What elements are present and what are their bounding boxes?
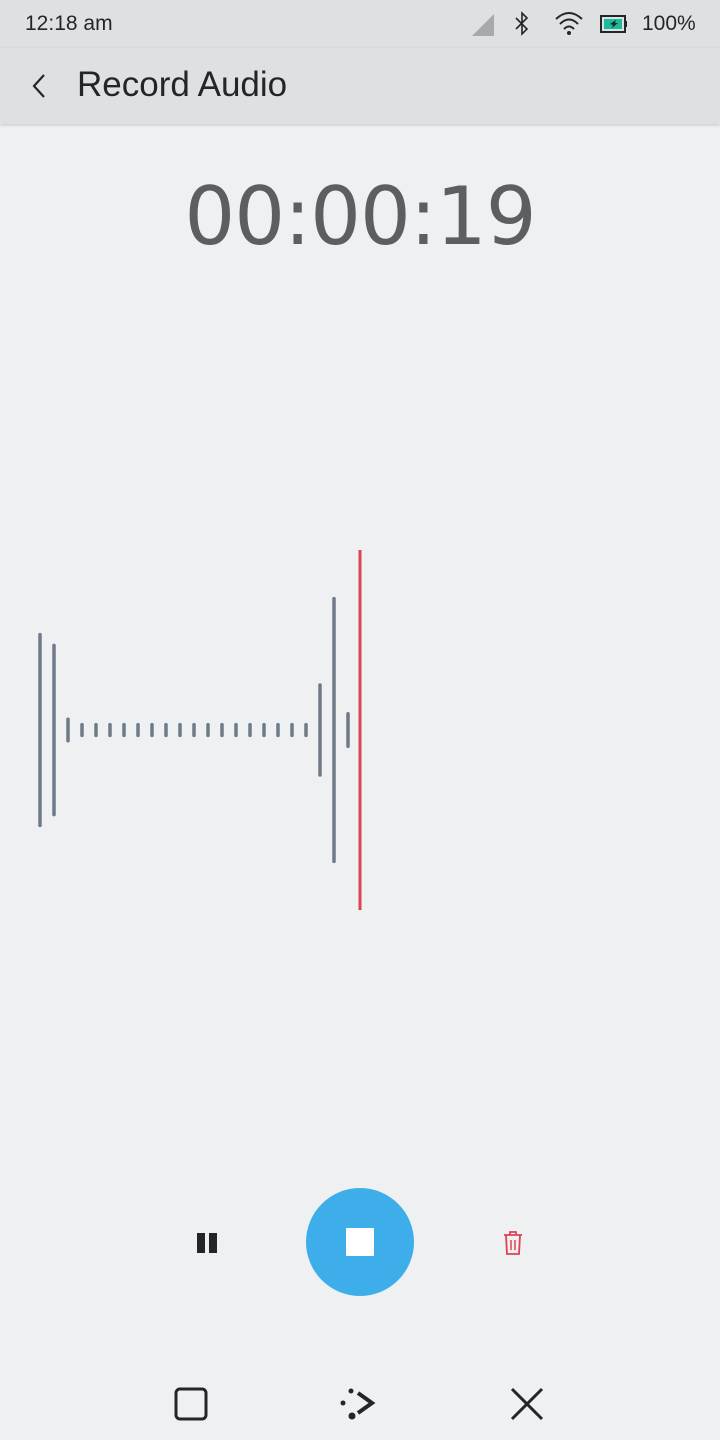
bluetooth-icon (514, 0, 530, 48)
battery-icon (600, 0, 628, 48)
overview-button[interactable] (171, 1384, 211, 1424)
chevron-left-icon (32, 74, 45, 98)
waveform (0, 540, 720, 920)
signal-icon (470, 0, 496, 48)
trash-icon (504, 1231, 522, 1255)
page-title: Record Audio (77, 65, 288, 104)
home-button[interactable] (339, 1384, 379, 1424)
back-button[interactable] (22, 66, 56, 106)
status-time: 12:18 am (25, 12, 113, 35)
home-icon (340, 1388, 376, 1420)
stop-button[interactable] (306, 1188, 414, 1296)
pause-button[interactable] (186, 1222, 228, 1264)
overview-icon (174, 1387, 208, 1421)
close-icon (510, 1387, 544, 1421)
app-header: Record Audio (0, 48, 720, 124)
stop-icon (346, 1228, 374, 1256)
pause-icon (197, 1233, 217, 1253)
navigation-bar (0, 1366, 720, 1440)
close-button[interactable] (507, 1384, 547, 1424)
wifi-icon (554, 0, 584, 48)
waveform-graph (38, 550, 362, 910)
elapsed-timer: 00:00:19 (184, 170, 536, 263)
delete-button[interactable] (492, 1222, 534, 1264)
record-audio-screen: 12:18 am 100% Record Audio 00:00:19 (0, 0, 720, 1440)
status-bar: 12:18 am 100% (0, 0, 720, 48)
battery-percentage: 100% (642, 12, 696, 35)
